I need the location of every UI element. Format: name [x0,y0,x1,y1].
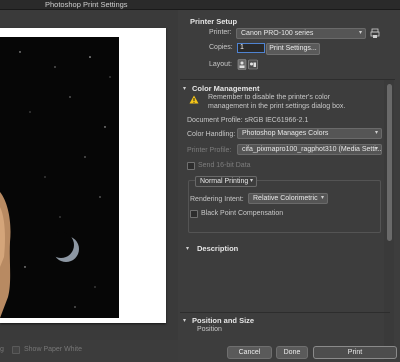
chevron-down-icon: ▾ [374,146,378,152]
layout-label: Layout: [209,61,232,68]
left-option-fragment: g [0,346,4,353]
black-point-checkbox[interactable] [190,210,198,218]
chevron-down-icon: ▾ [249,178,253,184]
rendering-intent-label: Rendering Intent: [190,196,244,203]
section-divider [180,312,390,313]
printer-profile-value: cifa_pixmapro100_ragphot310 (Media Setti… [242,146,382,153]
color-handling-label: Color Handling: [187,131,236,138]
chevron-down-icon: ▾ [320,195,324,201]
photo-preview [0,37,119,318]
copies-label: Copies: [209,44,233,51]
position-size-heading: Position and Size [192,316,255,325]
cancel-button[interactable]: Cancel [227,346,272,359]
color-warning-line2: management in the print settings dialog … [208,103,346,110]
position-label: Position [197,326,222,333]
chevron-down-icon: ▾ [374,130,378,136]
rendering-group-box [188,180,381,233]
document-profile-text: Document Profile: sRGB IEC61966-2.1 [187,117,309,124]
printer-profile-label: Printer Profile: [187,147,232,154]
warning-icon [189,95,199,104]
show-paper-white-checkbox[interactable] [12,346,20,354]
printer-label: Printer: [209,29,232,36]
rendering-intent-select[interactable]: Relative Colorimetric ▾ [248,193,328,204]
preview-options: g Show Paper White [0,340,178,362]
print-preview-area [0,10,178,340]
layout-landscape-icon[interactable] [248,59,258,70]
copies-input[interactable]: 1 [237,43,265,53]
chevron-down-icon[interactable]: ▾ [183,317,186,324]
window-titlebar: Photoshop Print Settings [0,0,400,10]
color-management-heading: Color Management [192,84,260,93]
color-handling-value: Photoshop Manages Colors [242,130,329,137]
printer-icon[interactable] [370,28,381,39]
window-title: Photoshop Print Settings [45,0,128,9]
chevron-down-icon: ▾ [358,30,362,36]
normal-printing-value: Normal Printing [200,178,249,185]
rendering-intent-value: Relative Colorimetric [253,195,318,202]
layout-portrait-icon[interactable] [237,59,247,70]
chevron-down-icon[interactable]: ▾ [186,245,189,252]
black-point-label: Black Point Compensation [201,210,284,217]
chevron-down-icon[interactable]: ▾ [183,85,186,92]
printer-select[interactable]: Canon PRO-100 series ▾ [236,28,366,39]
normal-printing-select[interactable]: Normal Printing ▾ [195,176,257,187]
send-16bit-checkbox[interactable] [187,162,195,170]
paper-preview [0,28,166,323]
section-divider [180,79,395,80]
printer-setup-heading: Printer Setup [190,17,238,26]
color-handling-select[interactable]: Photoshop Manages Colors ▾ [237,128,382,139]
description-heading: Description [197,244,239,253]
show-paper-white-label: Show Paper White [24,346,82,353]
printer-select-value: Canon PRO-100 series [241,30,314,37]
print-button[interactable]: Print [313,346,397,359]
done-button[interactable]: Done [276,346,308,359]
settings-scrollbar-thumb[interactable] [387,84,392,241]
send-16bit-label: Send 16-bit Data [198,162,251,169]
print-settings-button[interactable]: Print Settings... [266,43,320,55]
printer-profile-select[interactable]: cifa_pixmapro100_ragphot310 (Media Setti… [237,144,382,155]
